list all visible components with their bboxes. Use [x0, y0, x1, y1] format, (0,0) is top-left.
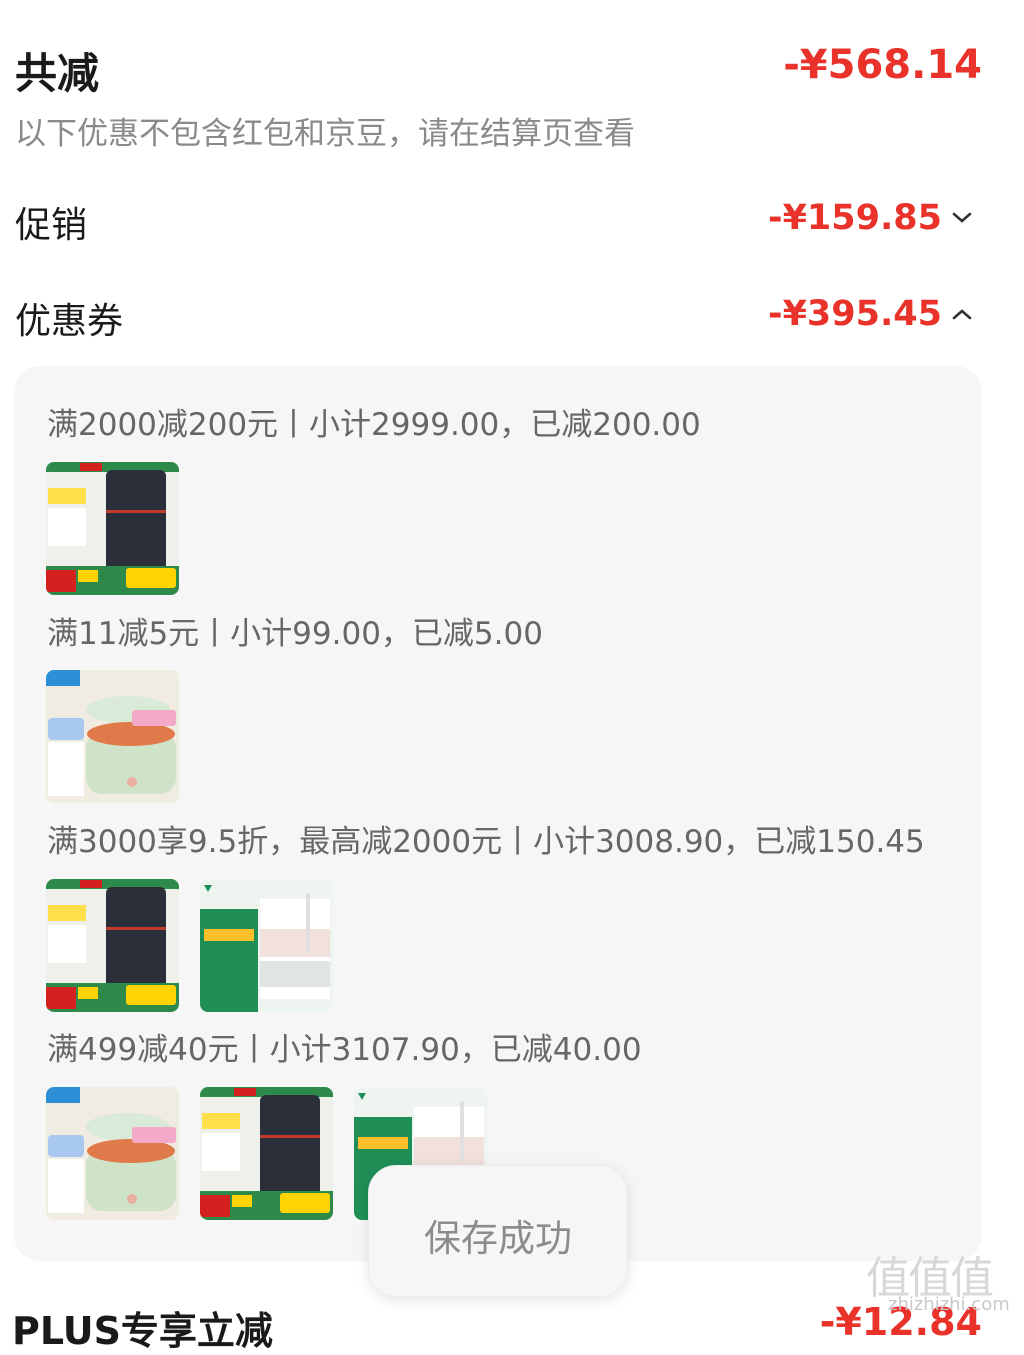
product-thumbnail-electric-cooker[interactable] — [46, 670, 179, 803]
promotion-amount: -¥159.85 — [768, 198, 942, 238]
product-thumbnail-water-heater[interactable] — [200, 1087, 333, 1220]
site-watermark: 值值值 zhizhizhi.com — [866, 1242, 1016, 1322]
toast-message: 保存成功 — [424, 1217, 572, 1260]
chevron-up-icon[interactable] — [950, 302, 974, 326]
product-thumbnail-vaillant[interactable] — [200, 879, 333, 1012]
watermark-url: zhizhizhi.com — [888, 1294, 1010, 1315]
save-success-toast: 保存成功 — [368, 1165, 628, 1297]
product-thumbnail-water-heater[interactable] — [46, 879, 179, 1012]
product-thumbnail-electric-cooker[interactable] — [46, 1087, 179, 1220]
plus-discount-label: PLUS专享立减 — [12, 1309, 273, 1353]
coupon-rule-text: 满11减5元丨小计99.00，已减5.00 — [47, 616, 543, 652]
coupon-amount: -¥395.45 — [768, 294, 942, 334]
chevron-down-icon[interactable] — [950, 206, 974, 230]
coupon-rule-text: 满499减40元丨小计3107.90，已减40.00 — [47, 1032, 642, 1068]
coupon-label: 优惠券 — [15, 301, 124, 342]
discount-note: 以下优惠不包含红包和京豆，请在结算页查看 — [15, 116, 635, 152]
total-discount-title: 共减 — [15, 49, 100, 98]
coupon-rule-text: 满2000减200元丨小计2999.00，已减200.00 — [47, 407, 701, 443]
promotion-label: 促销 — [15, 205, 88, 246]
product-thumbnail-water-heater[interactable] — [46, 462, 179, 595]
coupon-rule-text: 满3000享9.5折，最高减2000元丨小计3008.90，已减150.45 — [47, 824, 925, 860]
total-discount-amount: -¥568.14 — [783, 42, 982, 88]
